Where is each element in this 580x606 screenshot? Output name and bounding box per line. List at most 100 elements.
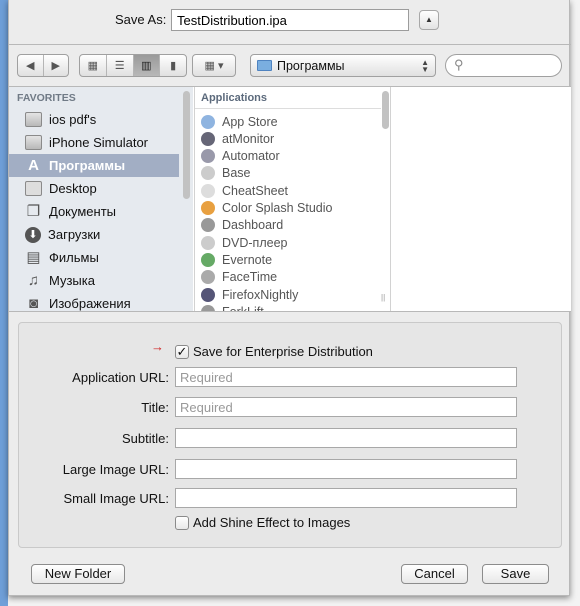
app-list-item[interactable]: Automator — [201, 148, 280, 165]
app-icon — [201, 270, 215, 285]
arrange-button[interactable]: ▦ ▾ — [192, 54, 236, 77]
sidebar-header: FAVORITES — [17, 92, 76, 104]
sidebar-item-documents[interactable]: ❐ Документы — [9, 200, 179, 223]
search-icon: ⚲ — [454, 57, 464, 72]
title-placeholder: Required — [180, 400, 233, 415]
icon-view-button[interactable]: ▦ — [80, 55, 107, 76]
sidebar-item-movies[interactable]: ▤ Фильмы — [9, 246, 179, 269]
folder-icon — [25, 112, 42, 127]
save-dialog: Save As: ▲ ◀▶ ▦☰▥▮ ▦ ▾ Программы ▲▼ ⚲ FA… — [8, 0, 571, 596]
app-list-item[interactable]: App Store — [201, 113, 278, 130]
app-list-item[interactable]: DVD-плеер — [201, 234, 287, 251]
large-image-url-label: Large Image URL: — [62, 462, 169, 477]
app-name: ForkLift — [222, 304, 264, 312]
app-name: DVD-плеер — [222, 235, 288, 250]
app-list-item[interactable]: CheatSheet — [201, 182, 288, 199]
sidebar-item-label: ios pdf's — [49, 112, 97, 127]
app-name: Automator — [222, 149, 280, 164]
sidebar-item-applications[interactable]: A Программы — [9, 154, 179, 177]
app-name: Evernote — [222, 252, 273, 267]
cancel-button[interactable]: Cancel — [401, 564, 468, 584]
sidebar-scrollbar[interactable] — [183, 91, 190, 199]
documents-icon: ❐ — [26, 203, 41, 220]
subtitle-input[interactable] — [175, 428, 517, 448]
app-list-item[interactable]: Base — [201, 165, 251, 182]
save-button[interactable]: Save — [482, 564, 549, 584]
desktop-icon — [25, 181, 42, 196]
column-view-button[interactable]: ▥ — [133, 55, 161, 76]
column-resize-handle[interactable]: || — [381, 293, 385, 302]
shine-checkbox-label: Add Shine Effect to Images — [193, 515, 351, 530]
app-icon — [201, 149, 215, 164]
new-folder-button[interactable]: New Folder — [31, 564, 125, 584]
save-as-input[interactable] — [171, 9, 409, 31]
enterprise-checkbox-row[interactable]: ✓ Save for Enterprise Distribution — [175, 344, 373, 359]
file-browser: FAVORITES ios pdf's iPhone Simulator A Пр… — [9, 86, 571, 312]
app-list-item[interactable]: Dashboard — [201, 217, 283, 234]
pictures-icon: ◙ — [28, 295, 39, 312]
location-label: Программы — [277, 58, 345, 73]
sidebar-item-label: Документы — [49, 204, 117, 219]
arrange-icon: ▦ ▾ — [204, 60, 224, 72]
app-name: atMonitor — [222, 131, 275, 146]
app-name: Base — [222, 166, 251, 181]
sidebar-item-iphone-simulator[interactable]: iPhone Simulator — [9, 131, 179, 154]
music-icon: ♫ — [27, 272, 40, 289]
forward-button[interactable]: ▶ — [44, 55, 69, 76]
shine-checkbox[interactable] — [175, 515, 189, 530]
app-name: CheatSheet — [222, 183, 289, 198]
shine-checkbox-row[interactable]: Add Shine Effect to Images — [175, 515, 350, 530]
sidebar-item-music[interactable]: ♫ Музыка — [9, 269, 179, 292]
app-list-item[interactable]: FaceTime — [201, 269, 277, 286]
nav-buttons: ◀ ▶ — [17, 54, 69, 77]
app-list-item[interactable]: atMonitor — [201, 130, 274, 147]
enterprise-checkbox[interactable]: ✓ — [175, 344, 189, 359]
folder-icon — [25, 135, 42, 150]
search-input[interactable]: ⚲ — [445, 54, 562, 77]
location-popup[interactable]: Программы ▲ ▼ — [250, 54, 436, 77]
list-view-button[interactable]: ☰ — [107, 55, 134, 76]
app-icon — [201, 201, 215, 215]
folder-icon — [257, 60, 272, 71]
collapse-button[interactable]: ▲ — [419, 10, 439, 30]
sidebar-item-ios-pdfs[interactable]: ios pdf's — [9, 108, 179, 131]
application-url-placeholder: Required — [180, 370, 233, 385]
app-icon — [201, 166, 215, 181]
empty-column — [390, 87, 571, 311]
app-list-item[interactable]: ForkLift — [201, 303, 264, 312]
app-list-item[interactable]: Color Splash Studio — [201, 200, 332, 217]
sidebar-item-pictures[interactable]: ◙ Изображения — [9, 292, 179, 312]
enterprise-checkbox-label: Save for Enterprise Distribution — [193, 344, 373, 359]
sidebar-item-label: Изображения — [49, 296, 131, 311]
subtitle-label: Subtitle: — [122, 431, 169, 446]
application-url-input[interactable]: Required — [175, 367, 517, 387]
save-as-label: Save As: — [115, 12, 167, 27]
app-list-item[interactable]: FirefoxNightly — [201, 286, 298, 303]
app-name: App Store — [222, 114, 278, 129]
sidebar-item-desktop[interactable]: Desktop — [9, 177, 179, 200]
app-name: Dashboard — [222, 218, 284, 233]
back-button[interactable]: ◀ — [18, 55, 44, 76]
sidebar-item-downloads[interactable]: ⬇ Загрузки — [9, 223, 179, 246]
applications-column: Applications App Store atMonitor Automator… — [194, 87, 389, 312]
app-icon — [201, 252, 215, 267]
app-icon — [201, 131, 215, 146]
divider — [9, 44, 571, 45]
column-scrollbar[interactable] — [382, 91, 389, 129]
applications-icon: A — [28, 157, 39, 174]
app-icon — [201, 183, 215, 198]
app-name: Color Splash Studio — [222, 201, 333, 215]
app-icon — [201, 235, 215, 250]
coverflow-view-button[interactable]: ▮ — [160, 55, 186, 76]
app-name: FaceTime — [222, 270, 278, 285]
red-arrow-icon: → — [151, 339, 164, 354]
sidebar-item-label: Загрузки — [48, 227, 101, 242]
sidebar-item-label: Музыка — [49, 273, 95, 288]
app-list-item[interactable]: Evernote — [201, 251, 272, 268]
small-image-url-input[interactable] — [175, 488, 517, 508]
app-icon — [201, 304, 215, 311]
application-url-label: Application URL: — [72, 370, 169, 385]
title-input[interactable]: Required — [175, 397, 517, 417]
large-image-url-input[interactable] — [175, 459, 517, 479]
movies-icon: ▤ — [26, 249, 41, 266]
